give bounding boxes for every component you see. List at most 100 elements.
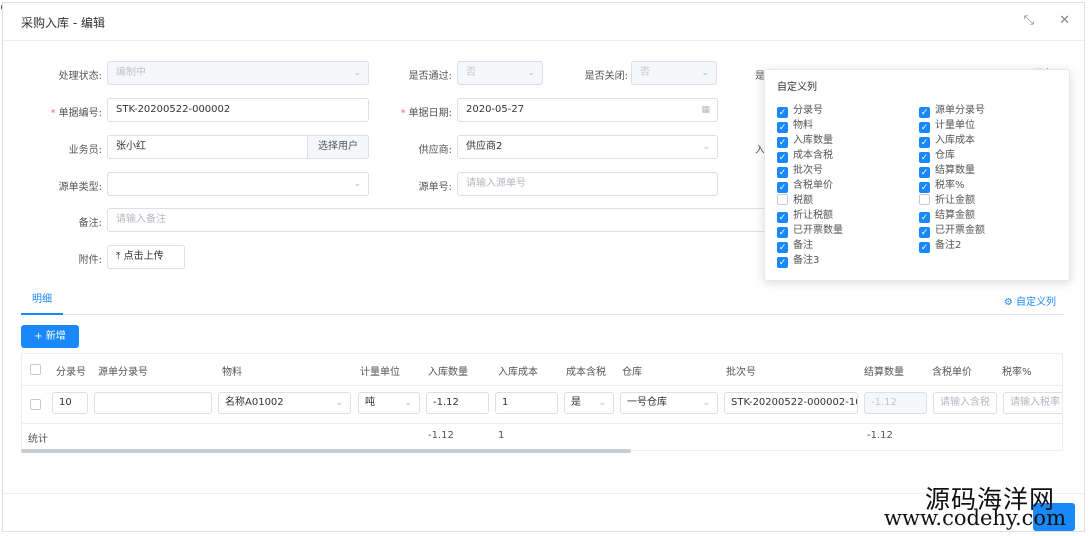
checkbox-checked-icon[interactable]: ✓ <box>777 122 788 133</box>
checkbox-checked-icon[interactable]: ✓ <box>777 212 788 223</box>
footer-divider <box>3 493 1084 494</box>
col-header: 源单分录号 <box>98 367 148 378</box>
column-option[interactable]: 折让金额 <box>919 194 975 208</box>
checkbox-checked-icon[interactable]: ✓ <box>919 137 930 148</box>
checkbox-checked-icon[interactable]: ✓ <box>777 182 788 193</box>
tax-incl-select[interactable]: 是 ⌄ <box>564 392 614 414</box>
checkbox-checked-icon[interactable]: ✓ <box>919 242 930 253</box>
column-option[interactable]: 税额 <box>777 194 813 208</box>
src-entry-input[interactable] <box>94 392 212 414</box>
column-option[interactable]: ✓ 入库数量 <box>777 134 833 148</box>
checkbox-checked-icon[interactable]: ✓ <box>777 152 788 163</box>
closed-select[interactable]: 否 ⌄ <box>631 61 717 85</box>
checkbox-checked-icon[interactable]: ✓ <box>777 137 788 148</box>
unit-select[interactable]: 吨 ⌄ <box>358 392 420 414</box>
column-option-label: 仓库 <box>935 150 955 161</box>
column-option[interactable]: ✓ 折让税额 <box>777 209 833 223</box>
column-option-label: 税额 <box>793 195 813 206</box>
cost-input[interactable]: 1 <box>495 392 558 414</box>
supplier-select[interactable]: 供应商2 ⌄ <box>457 135 718 159</box>
column-option[interactable]: ✓ 含税单价 <box>777 179 833 193</box>
grid-header: 分录号 源单分录号 物料 计量单位 入库数量 入库成本 成本含税 仓库 批次号 … <box>22 354 1062 386</box>
fullscreen-icon[interactable]: ⤡ <box>1024 13 1034 28</box>
custom-columns-popup: 自定义列 ✓ 分录号 ✓ 源单分录号 ✓ 物料 ✓ 计量单位 ✓ 入库数量 ✓ 入库成本 ✓ 成本含税 ✓ 仓… <box>764 69 1070 281</box>
checkbox-checked-icon[interactable]: ✓ <box>777 257 788 268</box>
warehouse-select[interactable]: 一号仓库 ⌄ <box>620 392 718 414</box>
entry-input[interactable]: 10 <box>52 392 88 414</box>
checkbox-checked-icon[interactable]: ✓ <box>777 107 788 118</box>
checkbox-checked-icon[interactable]: ✓ <box>919 152 930 163</box>
summary-settle-qty: -1.12 <box>867 430 893 441</box>
column-option[interactable]: ✓ 税率% <box>919 179 965 193</box>
clerk-field[interactable]: 张小红 选择用户 <box>107 135 369 159</box>
date-field[interactable]: 2020-05-27 ▦ <box>457 98 718 122</box>
material-select[interactable]: 名称A01002 ⌄ <box>218 392 351 414</box>
checkbox-checked-icon[interactable]: ✓ <box>777 167 788 178</box>
add-button[interactable]: + 新增 <box>21 325 79 348</box>
passed-label: 是否通过: <box>408 71 452 82</box>
settle-qty-input[interactable]: -1.12 <box>864 392 927 414</box>
batch-input[interactable]: STK-20200522-000002-10 <box>724 392 858 414</box>
select-user-button[interactable]: 选择用户 <box>307 136 368 158</box>
close-icon[interactable]: ✕ <box>1059 13 1070 28</box>
calendar-icon: ▦ <box>701 105 710 115</box>
passed-select[interactable]: 否 ⌄ <box>457 61 543 85</box>
checkbox-checked-icon[interactable]: ✓ <box>919 182 930 193</box>
column-option[interactable]: ✓ 物料 <box>777 119 813 133</box>
column-option[interactable]: ✓ 备注 <box>777 239 813 253</box>
column-option[interactable]: ✓ 已开票数量 <box>777 224 843 238</box>
checkbox-checked-icon[interactable]: ✓ <box>919 227 930 238</box>
select-all-checkbox[interactable] <box>30 364 41 375</box>
remark-input[interactable]: 请输入备注 <box>107 208 777 232</box>
summary-cost: 1 <box>498 430 505 441</box>
tax-rate-input[interactable]: 请输入税率 <box>1003 392 1062 414</box>
column-option-label: 税率% <box>935 180 965 191</box>
summary-qty: -1.12 <box>428 430 454 441</box>
checkbox-checked-icon[interactable]: ✓ <box>777 242 788 253</box>
docno-label: * 单据编号: <box>50 108 102 119</box>
popup-title: 自定义列 <box>777 82 817 93</box>
watermark-url: www.codehy.com <box>884 506 1066 530</box>
column-option-label: 折让税额 <box>793 210 833 221</box>
column-option[interactable]: ✓ 分录号 <box>777 104 823 118</box>
column-option[interactable]: ✓ 备注3 <box>777 254 819 268</box>
column-option[interactable]: ✓ 入库成本 <box>919 134 975 148</box>
qty-input[interactable]: -1.12 <box>426 392 489 414</box>
checkbox-checked-icon[interactable]: ✓ <box>919 107 930 118</box>
col-header: 入库成本 <box>498 367 538 378</box>
status-select[interactable]: 编制中 ⌄ <box>107 61 369 85</box>
col-header: 结算数量 <box>864 367 904 378</box>
upload-button[interactable]: ⤒ 点击上传 <box>107 245 185 269</box>
column-option-label: 已开票数量 <box>793 225 843 236</box>
horizontal-scrollbar[interactable] <box>21 449 631 453</box>
column-option[interactable]: ✓ 成本含税 <box>777 149 833 163</box>
column-option-label: 入库数量 <box>793 135 833 146</box>
checkbox-checked-icon[interactable]: ✓ <box>919 167 930 178</box>
srctype-select[interactable]: ⌄ <box>107 172 369 196</box>
checkbox-empty-icon[interactable] <box>777 194 788 205</box>
edit-dialog: 采购入库 - 编辑 ⤡ ✕ 处理状态: 编制中 ⌄ 是否通过: 否 ⌄ 是否关闭: … <box>2 2 1085 532</box>
column-option[interactable]: ✓ 备注2 <box>919 239 961 253</box>
column-option[interactable]: ✓ 已开票金额 <box>919 224 985 238</box>
checkbox-empty-icon[interactable] <box>919 194 930 205</box>
custom-columns-link[interactable]: ⚙ 自定义列 <box>1004 293 1056 308</box>
column-option[interactable]: ✓ 仓库 <box>919 149 955 163</box>
checkbox-checked-icon[interactable]: ✓ <box>777 227 788 238</box>
column-option[interactable]: ✓ 结算金额 <box>919 209 975 223</box>
column-option[interactable]: ✓ 计量单位 <box>919 119 975 133</box>
column-option[interactable]: ✓ 源单分录号 <box>919 104 985 118</box>
column-option[interactable]: ✓ 批次号 <box>777 164 823 178</box>
column-option-label: 折让金额 <box>935 195 975 206</box>
checkbox-checked-icon[interactable]: ✓ <box>919 122 930 133</box>
srcno-input[interactable]: 请输入源单号 <box>457 172 718 196</box>
unit-price-input[interactable]: 请输入含税 <box>933 392 997 414</box>
docno-field[interactable]: STK-20200522-000002 <box>107 98 369 122</box>
chevron-down-icon: ⌄ <box>353 68 361 78</box>
checkbox-checked-icon[interactable]: ✓ <box>919 212 930 223</box>
tab-detail[interactable]: 明细 <box>21 291 63 315</box>
clerk-label: 业务员: <box>68 145 102 156</box>
column-option-label: 成本含税 <box>793 150 833 161</box>
column-option[interactable]: ✓ 结算数量 <box>919 164 975 178</box>
col-header: 物料 <box>222 367 242 378</box>
row-checkbox[interactable] <box>30 399 41 410</box>
